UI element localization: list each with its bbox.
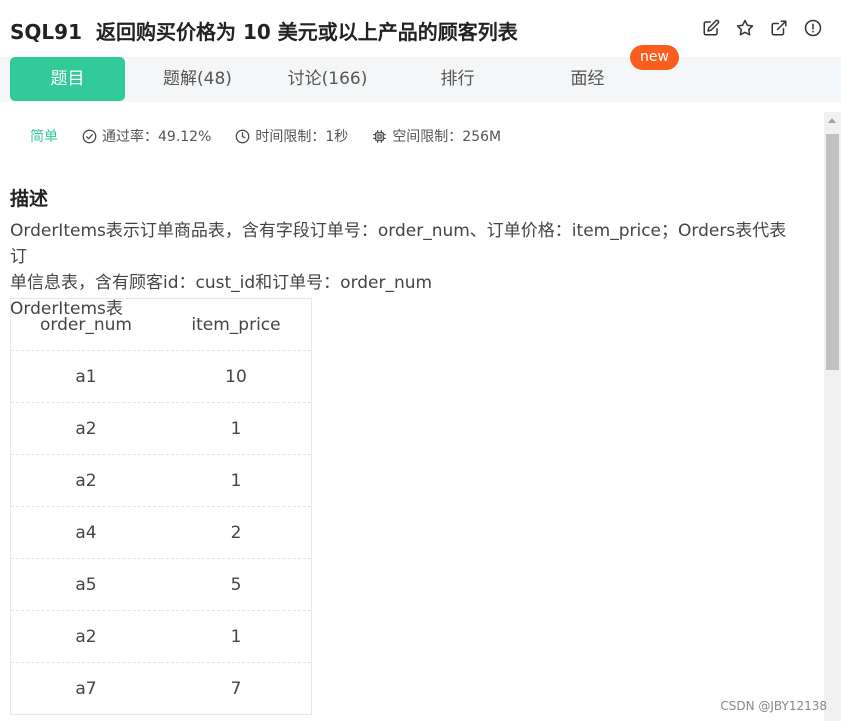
- clock-icon: [236, 129, 250, 143]
- table-cell: 7: [161, 662, 312, 715]
- tab-discussion[interactable]: 讨论(166): [270, 57, 385, 101]
- star-icon[interactable]: [735, 18, 755, 38]
- table-row: a2 1: [10, 402, 312, 455]
- pass-rate: 通过率：49.12%: [82, 126, 211, 146]
- check-circle-icon: [82, 129, 97, 143]
- scroll-thumb[interactable]: [826, 134, 839, 370]
- problem-header: SQL91 返回购买价格为 10 美元或以上产品的顾客列表: [0, 0, 841, 57]
- table-header-row: order_num item_price: [10, 298, 312, 351]
- table-cell: 1: [161, 610, 312, 663]
- table-cell: a1: [10, 350, 161, 403]
- tab-ranking[interactable]: 排行: [400, 57, 515, 101]
- table-cell: 1: [161, 402, 312, 455]
- header-actions: [701, 18, 823, 38]
- table-cell: a5: [10, 558, 161, 611]
- scroll-up-arrow-icon[interactable]: [828, 118, 836, 123]
- time-limit: 时间限制：1秒: [235, 126, 348, 146]
- column-header: item_price: [161, 298, 312, 351]
- description-line: 单信息表，含有顾客id：cust_id和订单号：order_num: [10, 273, 433, 293]
- problem-code: SQL91: [10, 20, 82, 44]
- table-row: a4 2: [10, 506, 312, 559]
- tab-solutions[interactable]: 题解(48): [140, 57, 255, 101]
- table-row: a1 10: [10, 350, 312, 403]
- space-limit-text: 空间限制：256M: [392, 129, 502, 145]
- table-cell: 2: [161, 506, 312, 559]
- table-cell: 10: [161, 350, 312, 403]
- external-link-icon[interactable]: [769, 18, 789, 38]
- table-row: a2 1: [10, 454, 312, 507]
- table-cell: 5: [161, 558, 312, 611]
- table-cell: a7: [10, 662, 161, 715]
- table-cell: a2: [10, 402, 161, 455]
- problem-meta: 简单 通过率：49.12% 时间限制：1秒 空间限制：256M: [30, 126, 525, 146]
- table-cell: 1: [161, 454, 312, 507]
- problem-title: 返回购买价格为 10 美元或以上产品的顾客列表: [95, 20, 518, 44]
- table-cell: a2: [10, 454, 161, 507]
- tab-bar: 题目 题解(48) 讨论(166) 排行 面经: [0, 57, 841, 102]
- watermark: CSDN @JBY12138: [720, 699, 827, 713]
- chip-icon: [373, 129, 387, 143]
- vertical-scrollbar[interactable]: [824, 112, 841, 721]
- space-limit: 空间限制：256M: [372, 126, 501, 146]
- table-row: a5 5: [10, 558, 312, 611]
- orderitems-table: order_num item_price a1 10 a2 1 a2 1 a4 …: [10, 298, 312, 715]
- description-line: OrderItems表示订单商品表，含有字段订单号：order_num、订单价格…: [10, 221, 787, 267]
- time-limit-text: 时间限制：1秒: [255, 129, 349, 145]
- section-title: 描述: [10, 188, 49, 210]
- column-header: order_num: [10, 298, 161, 351]
- page-title: SQL91 返回购买价格为 10 美元或以上产品的顾客列表: [10, 16, 518, 45]
- table-row: a7 7: [10, 662, 312, 715]
- tab-problem[interactable]: 题目: [10, 57, 125, 101]
- tab-interview[interactable]: 面经: [530, 57, 645, 101]
- pass-rate-text: 通过率：49.12%: [102, 129, 212, 145]
- table-row: a2 1: [10, 610, 312, 663]
- table-cell: a4: [10, 506, 161, 559]
- problem-content: 简单 通过率：49.12% 时间限制：1秒 空间限制：256M 描述 Order…: [0, 110, 824, 721]
- alert-circle-icon[interactable]: [803, 18, 823, 38]
- edit-icon[interactable]: [701, 18, 721, 38]
- difficulty-badge: 简单: [30, 129, 58, 145]
- new-badge: new: [630, 45, 679, 70]
- table-cell: a2: [10, 610, 161, 663]
